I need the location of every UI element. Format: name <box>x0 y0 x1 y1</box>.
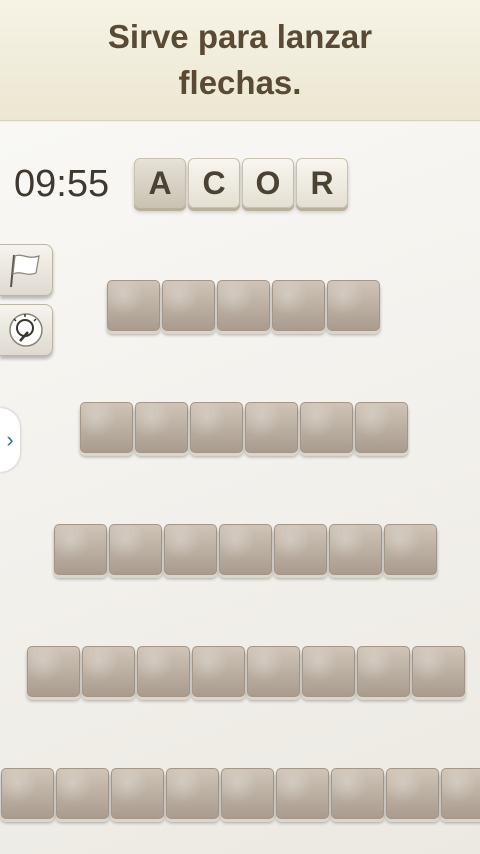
letter-slot[interactable] <box>221 768 274 819</box>
letter-slot[interactable] <box>384 524 437 575</box>
letter-slot[interactable] <box>276 768 329 819</box>
letter-slot[interactable] <box>109 524 162 575</box>
letter-slot[interactable] <box>82 646 135 697</box>
timer: 09:55 <box>14 163 110 205</box>
letter-slot[interactable] <box>412 646 465 697</box>
hint-button[interactable] <box>0 304 53 356</box>
letter-slot[interactable] <box>162 280 215 331</box>
letter-slot[interactable] <box>386 768 439 819</box>
letter-slot[interactable] <box>1 768 54 819</box>
answer-row <box>54 524 437 575</box>
letter-tile[interactable]: R <box>296 158 348 208</box>
expand-tab[interactable]: › <box>0 408 20 472</box>
letter-slot[interactable] <box>247 646 300 697</box>
flag-icon <box>10 254 40 288</box>
letter-slot[interactable] <box>164 524 217 575</box>
letter-slot[interactable] <box>274 524 327 575</box>
letter-tile[interactable]: O <box>242 158 294 208</box>
letter-slot[interactable] <box>331 768 384 819</box>
letter-slot[interactable] <box>245 402 298 453</box>
chevron-right-icon: › <box>6 427 14 452</box>
letter-slot[interactable] <box>219 524 272 575</box>
letter-slot[interactable] <box>217 280 270 331</box>
letter-slot[interactable] <box>137 646 190 697</box>
letter-slot[interactable] <box>300 402 353 453</box>
letter-slot[interactable] <box>357 646 410 697</box>
lightbulb-icon <box>9 313 43 347</box>
letter-tile[interactable]: C <box>188 158 240 208</box>
letter-slot[interactable] <box>192 646 245 697</box>
flag-button[interactable] <box>0 244 53 296</box>
letter-tray: A C O R <box>134 158 348 208</box>
letter-slot[interactable] <box>190 402 243 453</box>
letter-slot[interactable] <box>166 768 219 819</box>
answer-row <box>107 280 380 331</box>
answer-row <box>1 768 480 819</box>
answer-row <box>27 646 465 697</box>
letter-slot[interactable] <box>111 768 164 819</box>
letter-slot[interactable] <box>327 280 380 331</box>
clue-bar: Sirve para lanzar flechas. <box>0 0 480 121</box>
letter-slot[interactable] <box>80 402 133 453</box>
letter-slot[interactable] <box>272 280 325 331</box>
clue-text: Sirve para lanzar flechas. <box>107 18 373 101</box>
letter-tile[interactable]: A <box>134 158 186 208</box>
letter-slot[interactable] <box>135 402 188 453</box>
letter-slot[interactable] <box>56 768 109 819</box>
letter-slot[interactable] <box>302 646 355 697</box>
game-board <box>0 122 480 854</box>
letter-slot[interactable] <box>27 646 80 697</box>
letter-slot[interactable] <box>441 768 480 819</box>
letter-slot[interactable] <box>54 524 107 575</box>
letter-slot[interactable] <box>355 402 408 453</box>
letter-slot[interactable] <box>329 524 382 575</box>
letter-slot[interactable] <box>107 280 160 331</box>
answer-row <box>80 402 408 453</box>
